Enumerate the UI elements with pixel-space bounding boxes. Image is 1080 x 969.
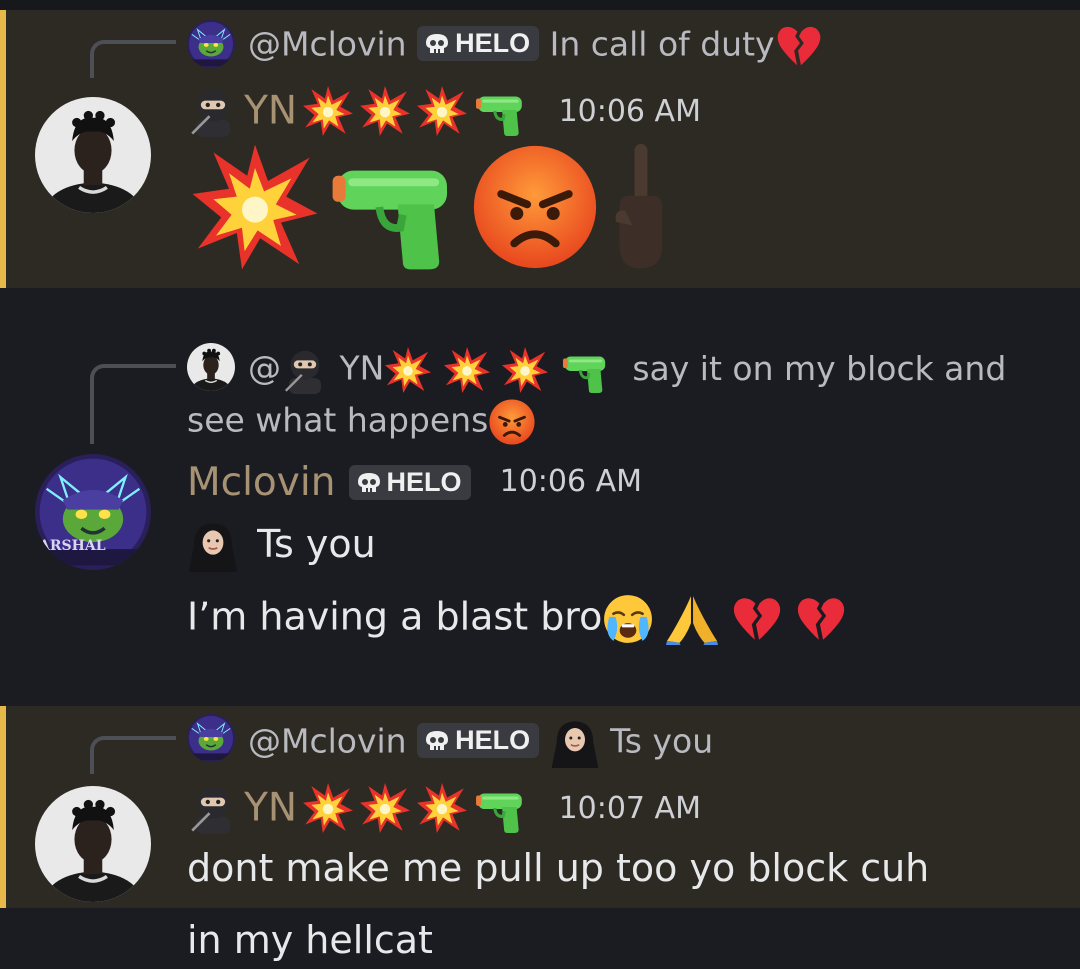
timestamp[interactable]: 10:06 AM (559, 94, 701, 129)
message-text: in my hellcat (187, 918, 433, 962)
collision-icon (190, 142, 320, 272)
mention-highlight-bar (0, 10, 6, 288)
collision-icon (302, 85, 354, 137)
author-avatar[interactable]: ARSHAL (35, 454, 151, 570)
message-text: dont make me pull up too yo block cuh (187, 846, 930, 890)
reply-connector (90, 40, 176, 78)
collision-icon (416, 85, 468, 137)
broken-heart-icon (795, 593, 847, 645)
crying-face-icon (602, 593, 654, 645)
reply-avatar[interactable] (187, 714, 235, 762)
reply-text: say it on my block and (632, 348, 1007, 388)
reply-preview-continued[interactable]: see what happens (187, 398, 536, 446)
reply-mention[interactable]: @Mclovin (248, 25, 407, 64)
collision-icon (416, 782, 468, 834)
timestamp[interactable]: 10:06 AM (500, 464, 642, 499)
clan-tag: HELO (417, 722, 540, 758)
reply-preview[interactable]: @Mclovin HELO In call of duty (248, 22, 823, 70)
avatar-text: ARSHAL (39, 538, 106, 554)
ninja-icon (281, 346, 329, 394)
reply-avatar[interactable] (187, 343, 235, 391)
reply-avatar[interactable] (187, 20, 235, 68)
message-3[interactable]: @Mclovin HELO Ts you YN 10:07 AM dont ma… (0, 706, 1080, 908)
message-body (190, 142, 675, 272)
collision-icon (302, 782, 354, 834)
collision-icon (501, 346, 549, 394)
author-name[interactable]: YN (244, 786, 297, 831)
collision-icon (359, 85, 411, 137)
collision-icon (443, 346, 491, 394)
reply-preview[interactable]: @ YN say it on my block and (248, 346, 1006, 394)
angry-face-icon (488, 398, 536, 446)
reply-text: Ts you (610, 721, 714, 761)
hijab-person-icon (550, 718, 600, 768)
author-name[interactable]: YN (244, 89, 297, 134)
reply-mention-name[interactable]: YN (340, 349, 385, 388)
reply-mention[interactable]: @Mclovin (248, 722, 407, 761)
reply-preview[interactable]: @Mclovin HELO Ts you (248, 718, 713, 768)
top-divider (0, 0, 1080, 10)
ninja-icon (187, 85, 239, 137)
message-2[interactable]: @ YN say it on my block and see what hap… (0, 288, 1080, 706)
message-line: Ts you (187, 520, 376, 572)
message-line: I’m having a blast bro (187, 593, 847, 645)
middle-finger-icon (605, 142, 675, 272)
folded-hands-icon (666, 593, 718, 645)
reply-text: In call of duty (549, 24, 775, 64)
broken-heart-icon (775, 22, 823, 70)
message-header: YN 10:06 AM (187, 85, 701, 137)
author-name[interactable]: Mclovin (187, 460, 335, 505)
water-pistol-icon (560, 346, 612, 394)
reply-connector (90, 736, 176, 774)
collision-icon (359, 782, 411, 834)
reply-connector (90, 364, 176, 444)
reply-mention[interactable]: @ (248, 349, 281, 388)
author-avatar[interactable] (35, 786, 151, 902)
message-header: YN 10:07 AM (187, 782, 701, 834)
water-pistol-icon (325, 142, 465, 272)
message-text: Ts you (257, 521, 376, 566)
water-pistol-icon (473, 782, 529, 834)
timestamp[interactable]: 10:07 AM (559, 791, 701, 826)
ninja-icon (187, 782, 239, 834)
message-1[interactable]: @Mclovin HELO In call of duty YN 10:06 A… (0, 10, 1080, 288)
message-text: I’m having a blast bro (187, 594, 603, 639)
clan-tag: HELO (417, 25, 540, 61)
message-header: Mclovin HELO 10:06 AM (187, 460, 642, 505)
broken-heart-icon (731, 593, 783, 645)
water-pistol-icon (473, 85, 529, 137)
reply-text: see what happens (187, 400, 489, 440)
hijab-person-icon (187, 520, 239, 572)
author-avatar[interactable] (35, 97, 151, 213)
angry-face-icon (470, 142, 600, 272)
mention-highlight-bar (0, 706, 6, 908)
clan-tag: HELO (348, 465, 471, 500)
collision-icon (384, 346, 432, 394)
